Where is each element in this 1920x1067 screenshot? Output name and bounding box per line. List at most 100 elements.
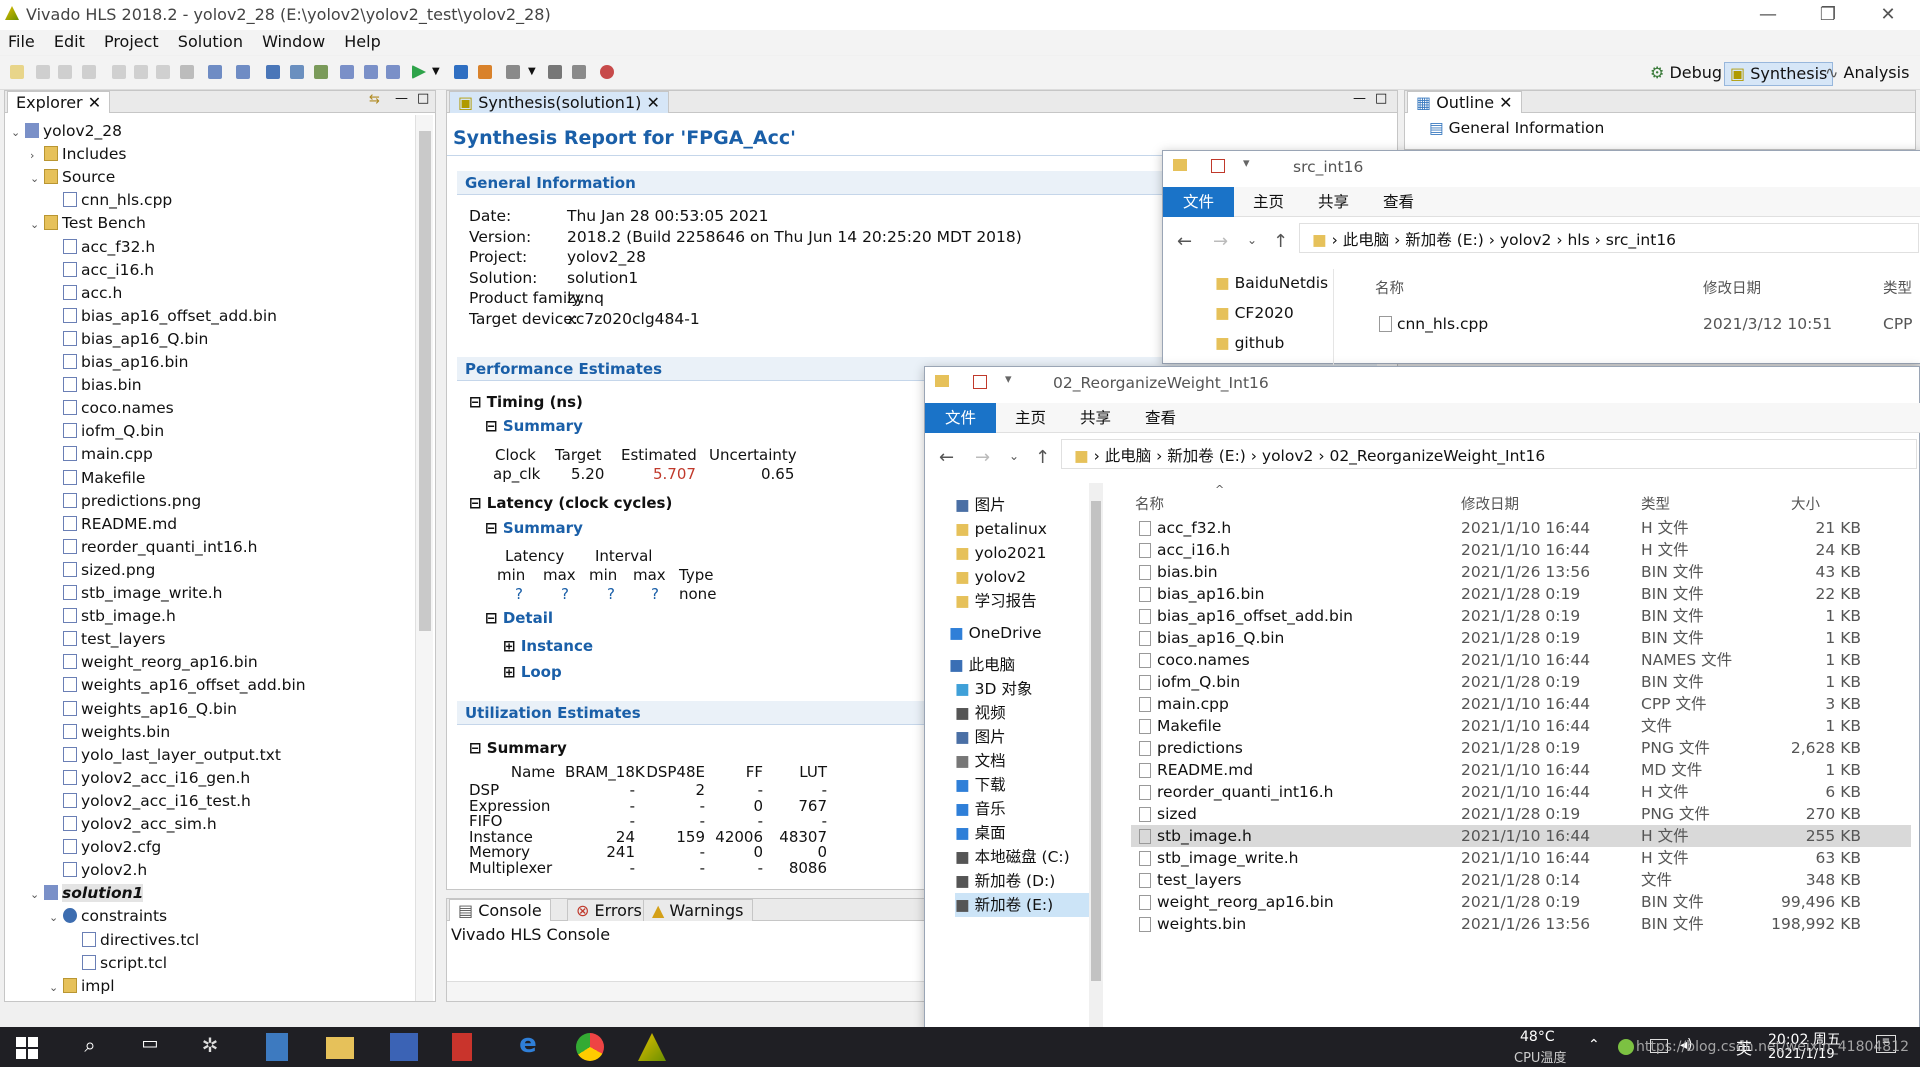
xilinx-app-icon[interactable] — [452, 1033, 472, 1061]
timing-summary-link[interactable]: ⊟ Summary — [485, 417, 583, 435]
fe2-nav-item[interactable]: ■ 新加卷 (E:) — [955, 893, 1089, 917]
tree-item[interactable]: acc_f32.h — [49, 236, 155, 259]
tree-item[interactable]: iofm_Q.bin — [49, 420, 164, 443]
tree-item[interactable]: yolo_last_layer_output.txt — [49, 744, 281, 767]
tab-errors[interactable]: ⊗ Errors — [567, 899, 651, 921]
run-synthesis-icon[interactable] — [412, 65, 426, 79]
fe2-col-type[interactable]: 类型 — [1641, 493, 1670, 514]
analysis-perspective[interactable]: ∿ Analysis — [1820, 62, 1914, 86]
tree-item[interactable]: directives.tcl — [68, 929, 199, 952]
maximize-button[interactable]: ❐ — [1808, 4, 1848, 25]
link-editor-icon[interactable]: ⇆ — [369, 92, 380, 107]
fe2-file-name[interactable]: sized — [1139, 803, 1197, 825]
tree-item[interactable]: yolov2_acc_sim.h — [49, 813, 217, 836]
latency-max-value[interactable]: ? — [561, 585, 569, 603]
print-icon[interactable] — [208, 65, 222, 79]
copy-icon[interactable] — [134, 65, 148, 79]
tree-item[interactable]: test_layers — [49, 628, 165, 651]
compare-reports-icon[interactable] — [506, 65, 520, 79]
tree-item[interactable]: ⌄ solution1 — [30, 882, 144, 906]
fe2-nav-item[interactable]: ■ 音乐 — [955, 797, 1089, 821]
tree-item[interactable]: bias_ap16.bin — [49, 351, 188, 374]
fe2-file-name[interactable]: coco.names — [1139, 649, 1250, 671]
fe2-nav-item[interactable]: ■ petalinux — [955, 517, 1089, 541]
run-dropdown-icon[interactable]: ▼ — [432, 66, 446, 80]
close-button[interactable]: ✕ — [1868, 4, 1908, 25]
vivado-hls-icon[interactable] — [638, 1033, 666, 1061]
fe1-ribbon-file[interactable]: 文件 — [1163, 187, 1235, 217]
new-icon[interactable] — [10, 65, 24, 79]
tree-item[interactable]: reorder_quanti_int16.h — [49, 536, 257, 559]
properties-icon[interactable] — [973, 375, 987, 389]
tree-item[interactable]: weight_reorg_ap16.bin — [49, 651, 258, 674]
tree-item[interactable]: weights.bin — [49, 721, 170, 744]
solution-icon[interactable] — [266, 65, 280, 79]
latency-summary-link[interactable]: ⊟ Summary — [485, 519, 583, 537]
tree-item[interactable]: yolov2.cfg — [49, 836, 161, 859]
tree-item[interactable]: weights_ap16_offset_add.bin — [49, 674, 306, 697]
fe2-file-name[interactable]: bias_ap16_Q.bin — [1139, 627, 1284, 649]
fe2-col-date[interactable]: 修改日期 — [1461, 493, 1519, 514]
fe2-file-name[interactable]: Makefile — [1139, 715, 1221, 737]
fe2-nav-item[interactable]: ■ 此电脑 — [949, 653, 1083, 677]
tree-item[interactable]: Makefile — [49, 467, 145, 490]
fe2-nav-item[interactable]: ■ 3D 对象 — [955, 677, 1089, 701]
explorer-scrollbar[interactable] — [415, 115, 433, 1001]
fe1-nav-item[interactable]: ■ CF2020 — [1215, 301, 1294, 325]
tree-item[interactable]: ⌄ Test Bench — [30, 212, 146, 235]
fe2-col-size[interactable]: 大小 — [1791, 493, 1820, 514]
expand-toggle-icon[interactable]: › — [30, 145, 44, 167]
menu-file[interactable]: File — [8, 30, 35, 54]
export-rtl-icon[interactable] — [478, 65, 492, 79]
fe2-file-name[interactable]: stb_image_write.h — [1139, 847, 1299, 869]
analysis-icon[interactable] — [572, 65, 586, 79]
compare-dropdown-icon[interactable]: ▼ — [528, 66, 542, 80]
instance-link[interactable]: ⊞ Instance — [503, 637, 593, 655]
explorer-scroll-thumb[interactable] — [419, 131, 431, 631]
fe1-file-row[interactable]: cnn_hls.cpp — [1379, 313, 1488, 335]
tab-outline[interactable]: ▦ Outline ✕ — [1407, 91, 1522, 113]
menu-solution[interactable]: Solution — [178, 30, 243, 54]
perf-estimates-header[interactable]: Performance Estimates — [465, 360, 662, 378]
cut-icon[interactable] — [112, 65, 126, 79]
paste-icon[interactable] — [156, 65, 170, 79]
tree-item[interactable]: script.tcl — [68, 952, 167, 975]
save-all-icon[interactable] — [58, 65, 72, 79]
qat-dropdown-icon[interactable]: ▾ — [1005, 372, 1012, 387]
expand-toggle-icon[interactable]: ⌄ — [49, 907, 63, 929]
edge-icon[interactable]: e — [514, 1029, 542, 1059]
expand-toggle-icon[interactable]: ⌄ — [49, 977, 63, 999]
fe1-up-icon[interactable]: ↑ — [1273, 231, 1288, 252]
tree-item[interactable]: README.md — [49, 513, 177, 536]
search-icon[interactable]: ⌕ — [76, 1033, 104, 1061]
fe1-ribbon-home[interactable]: 主页 — [1233, 187, 1304, 217]
expand-toggle-icon[interactable]: ⌄ — [11, 122, 25, 144]
fe2-ribbon-home[interactable]: 主页 — [995, 403, 1066, 433]
fe2-file-name[interactable]: bias_ap16.bin — [1139, 583, 1264, 605]
menu-project[interactable]: Project — [104, 30, 159, 54]
general-info-header[interactable]: General Information — [465, 174, 636, 192]
run-csim-icon[interactable] — [340, 65, 354, 79]
directive-icon[interactable] — [314, 65, 328, 79]
fe2-col-name[interactable]: 名称 — [1135, 493, 1164, 514]
fe2-nav-item[interactable]: ■ 文档 — [955, 749, 1089, 773]
latency-min-value[interactable]: ? — [515, 585, 523, 603]
fe2-file-name[interactable]: acc_i16.h — [1139, 539, 1230, 561]
fe1-breadcrumb[interactable]: ■ › 此电脑 › 新加卷 (E:) › yolov2 › hls › src_… — [1312, 228, 1676, 250]
fe2-forward-icon[interactable]: → — [975, 447, 990, 468]
delete-icon[interactable] — [180, 65, 194, 79]
tree-item[interactable]: stb_image.h — [49, 605, 176, 628]
fe2-recent-icon[interactable]: ⌄ — [1009, 449, 1019, 463]
tree-item[interactable]: ⌄ yolov2_28 — [11, 120, 122, 143]
fe1-col-type[interactable]: 类型 — [1883, 277, 1912, 298]
fe2-nav-item[interactable]: ■ yolo2021 — [955, 541, 1089, 565]
tree-item[interactable]: › Includes — [30, 143, 127, 166]
properties-icon[interactable] — [1211, 159, 1225, 173]
fe2-nav-scroll-thumb[interactable] — [1091, 501, 1101, 981]
fe2-ribbon-file[interactable]: 文件 — [925, 403, 997, 433]
fe2-nav-scrollbar[interactable] — [1089, 483, 1103, 1029]
tab-console[interactable]: ▤ Console — [449, 899, 551, 921]
tree-item[interactable]: bias_ap16_offset_add.bin — [49, 305, 277, 328]
loop-link[interactable]: ⊞ Loop — [503, 663, 562, 681]
expand-toggle-icon[interactable]: ⌄ — [30, 884, 44, 906]
